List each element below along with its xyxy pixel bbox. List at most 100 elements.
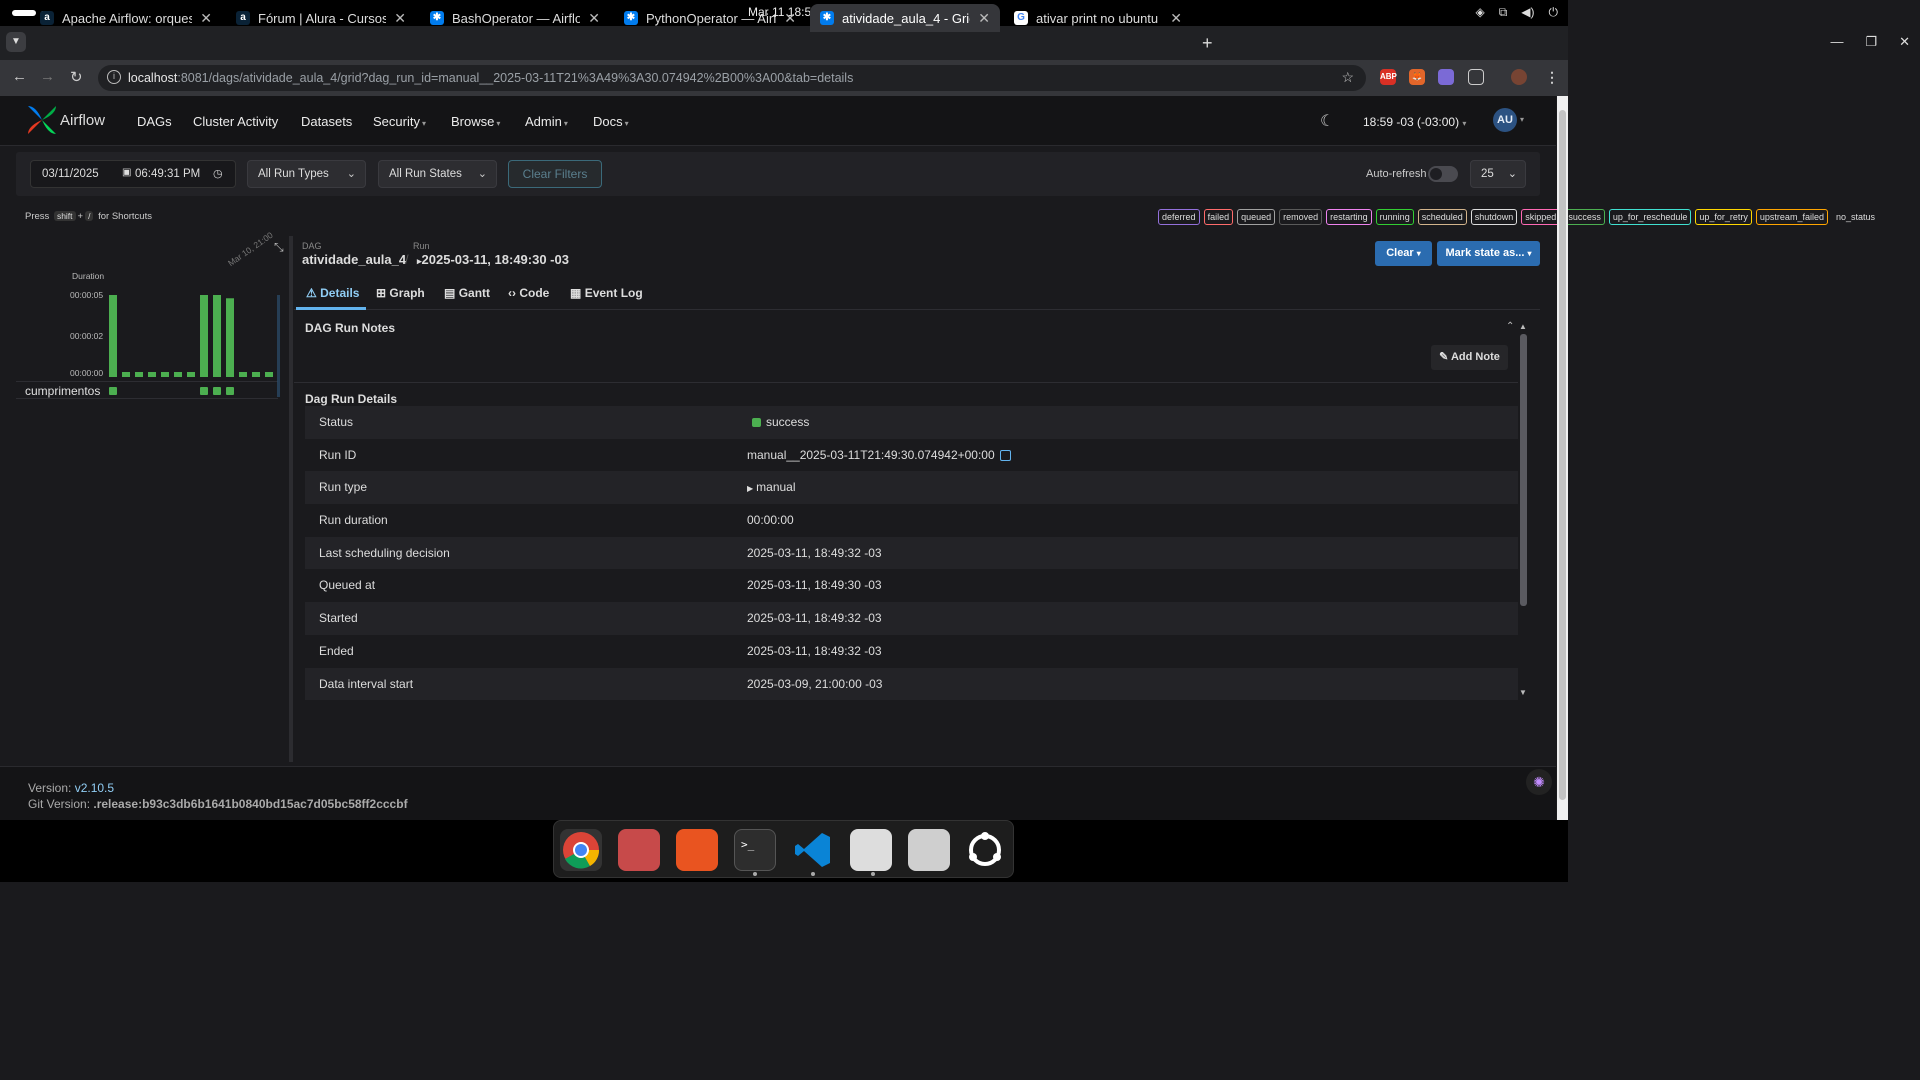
run-duration-bar[interactable]	[200, 295, 208, 377]
reload-icon[interactable]: ↻	[70, 68, 83, 86]
nav-menu-docs[interactable]: Docs ▾	[593, 114, 629, 129]
site-info-icon[interactable]: i	[107, 70, 121, 84]
forward-icon[interactable]: →	[40, 68, 55, 85]
new-tab-button[interactable]: +	[1202, 33, 1213, 54]
details-scrollbar[interactable]	[1520, 334, 1527, 606]
page-scrollbar[interactable]	[1557, 96, 1568, 820]
close-tab-icon[interactable]: ✕	[784, 10, 796, 27]
clock-icon[interactable]: ◷	[213, 167, 223, 180]
browser-tab[interactable]: ✱ PythonOperator — Airflo ✕	[614, 4, 806, 32]
legend-running[interactable]: running	[1375, 209, 1414, 225]
legend-no-status[interactable]: no_status	[1832, 209, 1879, 225]
terminal-app-icon[interactable]: >_	[734, 829, 776, 871]
minimize-icon[interactable]: —	[1830, 34, 1843, 50]
restore-icon[interactable]: ❐	[1865, 34, 1877, 50]
scroll-up-icon[interactable]: ▲	[1519, 322, 1527, 331]
close-window-icon[interactable]: ✕	[1899, 34, 1910, 50]
nav-menu-admin[interactable]: Admin ▾	[525, 114, 568, 129]
power-icon[interactable]: ⏻	[1549, 5, 1559, 20]
tab-code[interactable]: ‹› Code	[508, 286, 549, 300]
legend-upstream-failed[interactable]: upstream_failed	[1755, 209, 1828, 225]
browser-tab[interactable]: Gativar print no ubuntu - P ✕	[1004, 4, 1192, 32]
chevron-up-icon[interactable]: ⌃	[1506, 321, 1514, 332]
run-duration-bar[interactable]	[161, 372, 169, 377]
chrome-app-icon[interactable]	[560, 829, 602, 871]
legend-scheduled[interactable]: scheduled	[1417, 209, 1467, 225]
files-app-icon[interactable]	[618, 829, 660, 871]
app-center-icon[interactable]	[676, 829, 718, 871]
legend-deferred[interactable]: deferred	[1158, 209, 1200, 225]
airflow-logo-text[interactable]: Airflow	[60, 112, 105, 129]
show-apps-icon[interactable]	[964, 829, 1006, 871]
run-duration-bar[interactable]	[109, 295, 117, 377]
close-tab-icon[interactable]: ✕	[588, 10, 600, 27]
shield-icon[interactable]: ◈	[1475, 5, 1484, 20]
nav-menu-datasets[interactable]: Datasets	[301, 114, 352, 129]
runs-count-select[interactable]: 25 ⌄	[1470, 160, 1526, 188]
panel-resize-handle[interactable]	[289, 236, 293, 762]
clear-filters-button[interactable]: Clear Filters	[508, 160, 602, 188]
legend-success[interactable]: success	[1564, 209, 1605, 225]
profile-avatar[interactable]	[1511, 69, 1527, 85]
task-instance-cell[interactable]	[200, 387, 208, 395]
fox-extension-icon[interactable]: 🦊	[1409, 69, 1425, 85]
tab-details[interactable]: ⚠ Details	[306, 286, 359, 300]
tab-gantt[interactable]: ▤ Gantt	[444, 286, 490, 300]
volume-icon[interactable]: ◀)	[1521, 5, 1534, 20]
tab-event-log[interactable]: ▦ Event Log	[570, 286, 643, 300]
tab-search-button[interactable]: ▼	[6, 32, 26, 52]
close-tab-icon[interactable]: ✕	[978, 10, 990, 27]
run-duration-bar[interactable]	[135, 372, 143, 377]
user-avatar[interactable]: AU	[1493, 108, 1517, 132]
run-breadcrumb[interactable]: ▸2025-03-11, 18:49:30 -03	[417, 252, 569, 267]
nav-menu-cluster-activity[interactable]: Cluster Activity	[193, 114, 278, 129]
calendar-icon[interactable]: ▣	[122, 167, 131, 178]
bookmark-star-icon[interactable]: ☆	[1341, 69, 1354, 86]
browser-tab[interactable]: ✱ atividade_aula_4 - Grid - A ✕	[810, 4, 1000, 32]
legend-shutdown[interactable]: shutdown	[1470, 209, 1518, 225]
run-duration-bar[interactable]	[239, 372, 247, 377]
task-instance-cell[interactable]	[226, 387, 234, 395]
address-bar[interactable]: i localhost:8081/dags/atividade_aula_4/g…	[98, 65, 1366, 91]
clear-run-button[interactable]: Clear ▾	[1375, 241, 1432, 266]
run-duration-bar[interactable]	[252, 372, 260, 377]
extensions-puzzle-icon[interactable]	[1468, 69, 1484, 85]
version-link[interactable]: v2.10.5	[75, 781, 114, 795]
close-tab-icon[interactable]: ✕	[394, 10, 406, 27]
add-note-button[interactable]: ✎ Add Note	[1431, 345, 1508, 370]
back-icon[interactable]: ←	[12, 68, 27, 85]
run-types-select[interactable]: All Run Types ⌄	[247, 160, 366, 188]
dark-mode-icon[interactable]: ☾	[1320, 111, 1334, 131]
browser-menu-icon[interactable]: ⋮	[1544, 69, 1560, 85]
legend-queued[interactable]: queued	[1237, 209, 1276, 225]
vscode-app-icon[interactable]	[792, 829, 834, 871]
assistant-icon[interactable]: ✺	[1526, 769, 1552, 795]
network-icon[interactable]: ⧉	[1499, 5, 1508, 20]
tab-graph[interactable]: ⊞ Graph	[376, 286, 425, 300]
run-duration-bar[interactable]	[187, 372, 195, 377]
run-duration-bar[interactable]	[213, 295, 221, 377]
base-date-input[interactable]: 03/11/2025 ▣ 06:49:31 PM ◷	[30, 160, 236, 188]
legend-failed[interactable]: failed	[1203, 209, 1234, 225]
copy-icon[interactable]	[999, 449, 1011, 461]
browser-tab[interactable]: a Fórum | Alura - Cursos on ✕	[226, 4, 416, 32]
selected-run-column[interactable]	[277, 295, 280, 397]
dag-breadcrumb[interactable]: atividade_aula_4	[302, 252, 406, 267]
close-tab-icon[interactable]: ✕	[200, 10, 212, 27]
legend-restarting[interactable]: restarting	[1326, 209, 1372, 225]
cloud-extension-icon[interactable]	[1438, 69, 1454, 85]
legend-up-for-retry[interactable]: up_for_retry	[1695, 209, 1752, 225]
browser-tab[interactable]: ✱ BashOperator — Airflow ✕	[420, 4, 610, 32]
run-duration-bar[interactable]	[174, 372, 182, 377]
task-instance-cell[interactable]	[213, 387, 221, 395]
close-tab-icon[interactable]: ✕	[1170, 10, 1182, 27]
image-viewer-app-icon[interactable]	[850, 829, 892, 871]
timezone-selector[interactable]: 18:59 -03 (-03:00) ▾	[1363, 115, 1466, 129]
legend-removed[interactable]: removed	[1279, 209, 1323, 225]
run-duration-bar[interactable]	[122, 372, 130, 377]
nav-menu-security[interactable]: Security ▾	[373, 114, 426, 129]
legend-up-for-reschedule[interactable]: up_for_reschedule	[1608, 209, 1692, 225]
run-states-select[interactable]: All Run States ⌄	[378, 160, 497, 188]
auto-refresh-toggle[interactable]	[1428, 166, 1458, 182]
task-instance-cell[interactable]	[109, 387, 117, 395]
